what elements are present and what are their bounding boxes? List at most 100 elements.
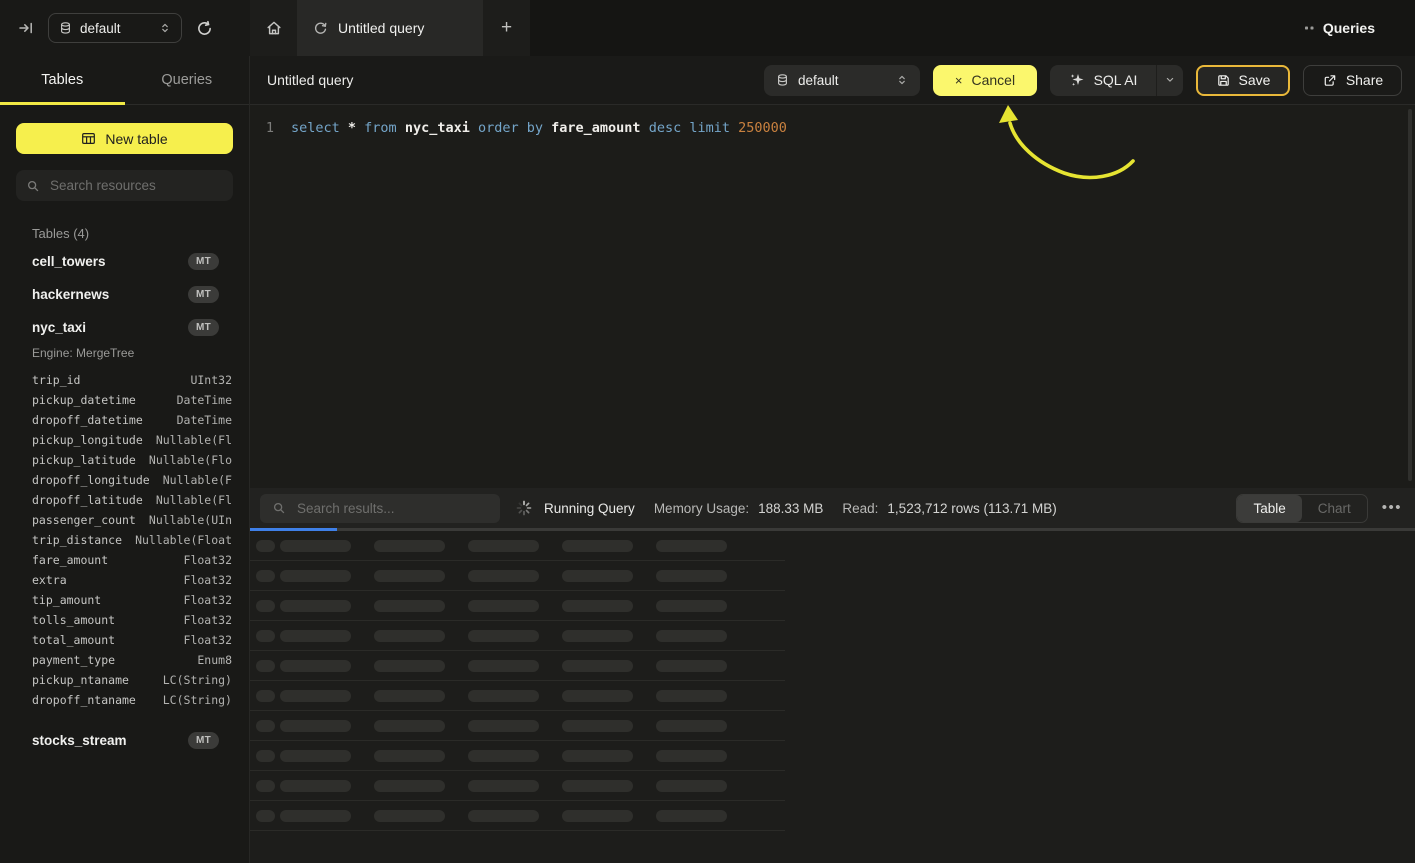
column-type: Float32 [184, 633, 232, 647]
column-name: tip_amount [32, 593, 101, 607]
topbar-left: default [0, 0, 250, 56]
column-type: Float32 [184, 593, 232, 607]
refresh-icon[interactable] [196, 20, 213, 37]
sql-statement[interactable]: select * from nyc_taxi order by fare_amo… [291, 118, 787, 139]
column-row: tip_amount Float32 [0, 590, 249, 610]
column-row: pickup_ntaname LC(String) [0, 670, 249, 690]
save-label: Save [1239, 72, 1271, 88]
queries-link[interactable]: Queries [1305, 0, 1415, 56]
tab-untitled-query[interactable]: Untitled query [297, 0, 483, 56]
skeleton-cell [280, 690, 351, 702]
toggle-table-label: Table [1253, 501, 1285, 516]
query-status: Running Query [544, 501, 635, 516]
column-row: dropoff_latitude Nullable(Fl [0, 490, 249, 510]
engine-badge: MT [188, 286, 219, 303]
column-name: pickup_longitude [32, 433, 143, 447]
sql-token: fare_amount [551, 120, 649, 136]
home-button[interactable] [250, 0, 297, 56]
column-row: dropoff_ntaname LC(String) [0, 690, 249, 710]
column-type: Float32 [184, 613, 232, 627]
skeleton-cell [656, 750, 727, 762]
skeleton-cell [256, 600, 275, 612]
skeleton-cell [656, 720, 727, 732]
tabstrip-spacer [530, 0, 1305, 56]
new-table-label: New table [105, 131, 167, 147]
skeleton-cell [562, 630, 633, 642]
table-item-nyc-taxi[interactable]: nyc_taxi MT [0, 311, 249, 344]
cancel-button[interactable]: × Cancel [933, 65, 1037, 96]
table-name: nyc_taxi [32, 320, 86, 335]
sidebar-search[interactable] [16, 170, 233, 201]
column-row: trip_id UInt32 [0, 370, 249, 390]
top-bar: default Untitled qu [0, 0, 1415, 56]
skeleton-cell [562, 660, 633, 672]
collapse-sidebar-icon[interactable] [18, 20, 34, 36]
column-row: extra Float32 [0, 570, 249, 590]
column-row: fare_amount Float32 [0, 550, 249, 570]
new-tab-button[interactable]: + [483, 0, 530, 56]
table-name: hackernews [32, 287, 109, 302]
sidebar: Tables Queries New table Tables (4) cell… [0, 56, 250, 863]
column-name: dropoff_longitude [32, 473, 150, 487]
sidebar-tab-tables-label: Tables [41, 72, 83, 88]
table-icon [81, 131, 96, 146]
results-toolbar: Running Query Memory Usage: 188.33 MB Re… [250, 488, 1415, 528]
toggle-chart[interactable]: Chart [1302, 495, 1367, 522]
editor-scrollbar[interactable] [1408, 109, 1412, 481]
skeleton-cell [280, 540, 351, 552]
database-selector[interactable]: default [48, 13, 182, 43]
table-row-skeleton [250, 801, 785, 831]
skeleton-cell [280, 600, 351, 612]
table-row-skeleton [250, 771, 785, 801]
column-type: Float32 [184, 573, 232, 587]
table-name: stocks_stream [32, 733, 127, 748]
column-name: dropoff_ntaname [32, 693, 136, 707]
column-type: LC(String) [163, 693, 232, 707]
column-row: tolls_amount Float32 [0, 610, 249, 630]
chevron-down-icon [1164, 74, 1176, 86]
tables-section-header: Tables (4) [32, 226, 249, 241]
sidebar-tab-tables[interactable]: Tables [0, 56, 125, 104]
more-options-icon[interactable]: ••• [1382, 503, 1402, 513]
skeleton-cell [280, 750, 351, 762]
save-button[interactable]: Save [1196, 65, 1290, 96]
skeleton-cell [468, 600, 539, 612]
search-results-input[interactable] [295, 500, 488, 517]
column-row: pickup_latitude Nullable(Flo [0, 450, 249, 470]
sql-ai-main[interactable]: SQL AI [1050, 65, 1156, 96]
skeleton-cell [280, 660, 351, 672]
skeleton-cell [256, 720, 275, 732]
query-progress-fill [250, 528, 337, 531]
new-table-button[interactable]: New table [16, 123, 233, 154]
column-name: tolls_amount [32, 613, 115, 627]
skeleton-cell [256, 630, 275, 642]
code-line[interactable]: 1 select * from nyc_taxi order by fare_a… [250, 118, 1415, 139]
sql-ai-dropdown[interactable] [1156, 65, 1183, 96]
skeleton-cell [468, 570, 539, 582]
table-item-cell-towers[interactable]: cell_towers MT [0, 245, 249, 278]
results-search[interactable] [260, 494, 500, 523]
query-database-selector[interactable]: default [764, 65, 920, 96]
table-item-stocks-stream[interactable]: stocks_stream MT [0, 724, 249, 757]
share-icon [1322, 73, 1337, 88]
database-selector-value: default [80, 21, 121, 36]
sql-token: by [527, 120, 551, 136]
skeleton-cell [256, 660, 275, 672]
query-running-spinner-icon [313, 21, 328, 36]
skeleton-cell [468, 720, 539, 732]
column-name: pickup_ntaname [32, 673, 129, 687]
sidebar-tab-queries[interactable]: Queries [125, 56, 250, 104]
share-button[interactable]: Share [1303, 65, 1402, 96]
column-type: Enum8 [197, 653, 232, 667]
skeleton-cell [256, 750, 275, 762]
sql-token: order [478, 120, 527, 136]
skeleton-cell [374, 690, 445, 702]
columns-list: trip_id UInt32 pickup_datetime DateTime … [0, 366, 249, 716]
sql-editor[interactable]: 1 select * from nyc_taxi order by fare_a… [250, 105, 1415, 488]
table-item-hackernews[interactable]: hackernews MT [0, 278, 249, 311]
search-resources-input[interactable] [48, 177, 223, 194]
toggle-chart-label: Chart [1318, 501, 1351, 516]
running-spinner-icon [516, 500, 532, 516]
sql-ai-button[interactable]: SQL AI [1050, 65, 1183, 96]
toggle-table[interactable]: Table [1237, 495, 1301, 522]
